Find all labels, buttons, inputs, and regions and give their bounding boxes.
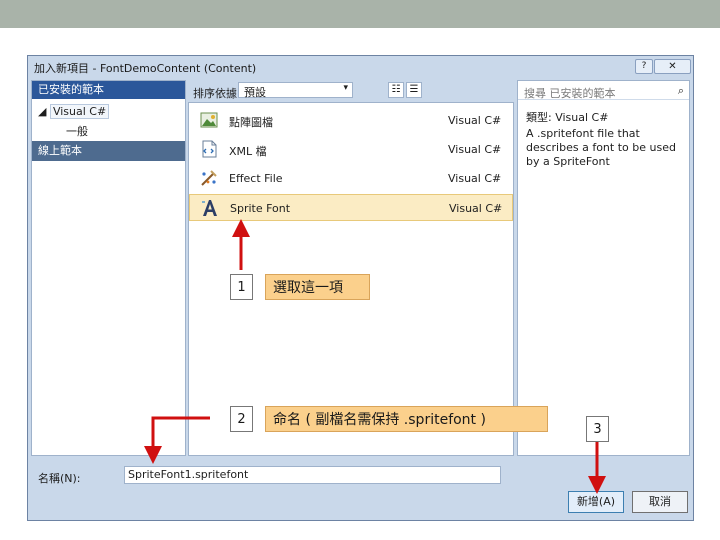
step-1-callout: 選取這一項 bbox=[265, 274, 370, 300]
step-3-badge: 3 bbox=[586, 416, 609, 442]
step-2-badge: 2 bbox=[230, 406, 253, 432]
arrow-to-name-field bbox=[144, 416, 210, 464]
step-2-callout: 命名 ( 副檔名需保持 .spritefont ) bbox=[265, 406, 548, 432]
annotation-arrows bbox=[144, 219, 606, 494]
step-1-badge: 1 bbox=[230, 274, 253, 300]
